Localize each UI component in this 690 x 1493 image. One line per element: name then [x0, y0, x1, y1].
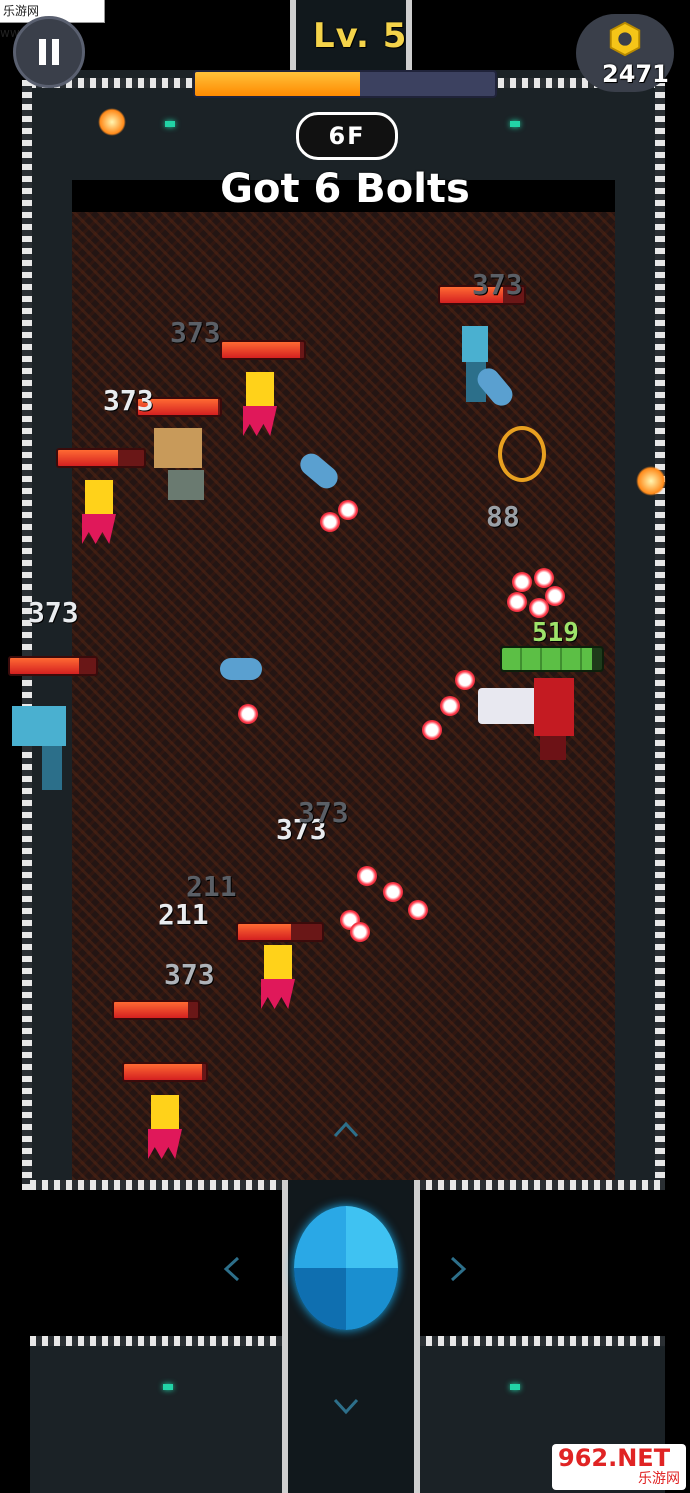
- explosion-spark: [636, 466, 666, 496]
- pause-button[interactable]: [13, 16, 85, 88]
- enemy-bullet: [440, 696, 460, 716]
- enemy-bullet: [238, 704, 258, 724]
- enemy-bullet: [383, 882, 403, 902]
- damage-number: 88: [486, 500, 520, 533]
- wall-light: [163, 1384, 173, 1390]
- damage-number: 373: [28, 596, 79, 629]
- enemy-robot-turret: [146, 428, 210, 502]
- floor-indicator: 6F: [296, 112, 398, 160]
- right-rail: [655, 80, 665, 1190]
- enemy-flame-creature: [148, 1095, 182, 1163]
- enemy-hp-bar: [8, 656, 98, 676]
- enemy-hp-fill: [222, 342, 300, 358]
- watermark-bottom-sub: 乐游网: [638, 1471, 680, 1487]
- xp-bar-fill: [195, 72, 360, 96]
- watermark-bottom: 962.NET 乐游网: [552, 1444, 686, 1490]
- joystick-left-icon: [223, 1256, 240, 1282]
- enemy-bullet: [507, 592, 527, 612]
- bolts-counter: 2471: [576, 14, 674, 92]
- xp-bar: [193, 70, 497, 98]
- player-hp-value: 519: [532, 618, 579, 648]
- left-wall: [32, 180, 72, 1180]
- enemy-cyan-robot: [12, 706, 66, 792]
- damage-number: 373: [298, 796, 349, 829]
- joystick[interactable]: [294, 1206, 398, 1330]
- grenade-projectile: [220, 658, 262, 680]
- enemy-bullet: [408, 900, 428, 920]
- enemy-bullet: [545, 586, 565, 606]
- enemy-hp-bar: [56, 448, 146, 468]
- explosion-ring: [498, 426, 546, 482]
- enemy-hp-bar: [236, 922, 324, 942]
- enemy-bullet: [350, 922, 370, 942]
- joystick-up-icon: [333, 1121, 359, 1138]
- left-rail: [22, 80, 32, 1190]
- damage-number: 373: [103, 384, 154, 417]
- bolt-nut-icon: [609, 21, 641, 57]
- damage-number: 373: [472, 268, 523, 301]
- pause-icon: [39, 39, 59, 65]
- damage-number: 373: [164, 958, 215, 991]
- enemy-hp-fill: [114, 1002, 188, 1018]
- joystick-right-icon: [450, 1256, 467, 1282]
- enemy-bullet: [455, 670, 475, 690]
- enemy-bullet: [534, 568, 554, 588]
- player-hp-fill: [502, 648, 592, 670]
- right-wall: [615, 180, 655, 1180]
- floor-label: 6F: [328, 122, 366, 150]
- bolts-count: 2471: [602, 60, 669, 88]
- enemy-flame-creature: [261, 945, 295, 1013]
- wall-light: [510, 121, 520, 127]
- joystick-down-icon: [333, 1398, 359, 1415]
- enemy-bullet: [320, 512, 340, 532]
- pickup-message: Got 6 Bolts: [220, 166, 470, 212]
- wall-light: [510, 1384, 520, 1390]
- enemy-hp-fill: [124, 1064, 202, 1080]
- enemy-hp-bar: [112, 1000, 200, 1020]
- wall-light: [165, 121, 175, 127]
- enemy-bullet: [512, 572, 532, 592]
- enemy-bullet: [338, 500, 358, 520]
- damage-number: 373: [170, 316, 221, 349]
- explosion-spark: [98, 108, 126, 136]
- enemy-bullet: [422, 720, 442, 740]
- enemy-hp-fill: [58, 450, 119, 466]
- enemy-hp-bar: [122, 1062, 208, 1082]
- level-label: Lv. 5: [313, 16, 408, 56]
- enemy-bullet: [357, 866, 377, 886]
- enemy-hp-fill: [238, 924, 291, 940]
- player-hp-bar: [500, 646, 604, 672]
- player-character: [478, 672, 578, 764]
- enemy-hp-fill: [10, 658, 79, 674]
- enemy-flame-creature: [243, 372, 277, 440]
- damage-number: 211: [186, 870, 237, 903]
- enemy-hp-bar: [220, 340, 306, 360]
- enemy-flame-creature: [82, 480, 116, 548]
